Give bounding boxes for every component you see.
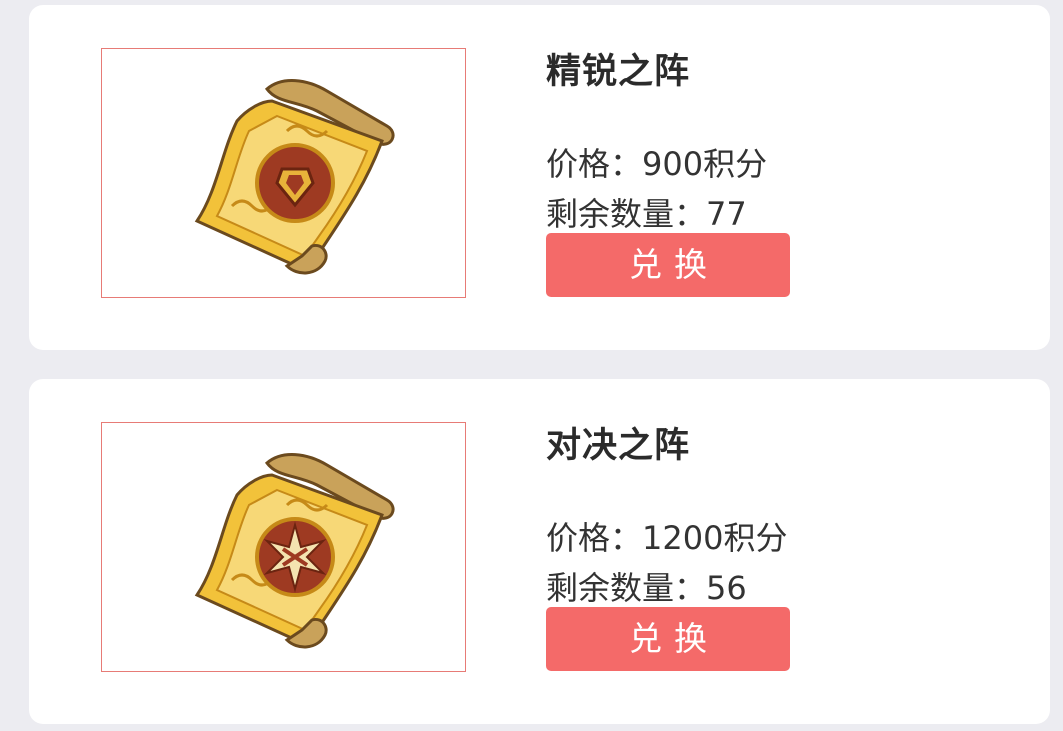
stock-text: 剩余数量：56 (546, 569, 747, 607)
item-image (101, 48, 466, 298)
item-card: 精锐之阵 价格：900积分 剩余数量：77 兑换 (29, 5, 1050, 350)
exchange-button[interactable]: 兑换 (546, 233, 790, 297)
scroll-icon (194, 453, 395, 649)
scroll-icon (194, 79, 395, 275)
item-card: 对决之阵 价格：1200积分 剩余数量：56 兑换 (29, 379, 1050, 724)
price-value: 1200积分 (642, 519, 788, 557)
item-title: 对决之阵 (546, 426, 691, 466)
stock-value: 77 (706, 195, 747, 233)
item-title: 精锐之阵 (546, 52, 691, 92)
price-text: 价格：1200积分 (546, 519, 788, 557)
price-text: 价格：900积分 (546, 145, 768, 183)
item-image (101, 422, 466, 672)
price-value: 900积分 (642, 145, 768, 183)
stock-text: 剩余数量：77 (546, 195, 747, 233)
stock-value: 56 (706, 569, 747, 607)
exchange-button[interactable]: 兑换 (546, 607, 790, 671)
